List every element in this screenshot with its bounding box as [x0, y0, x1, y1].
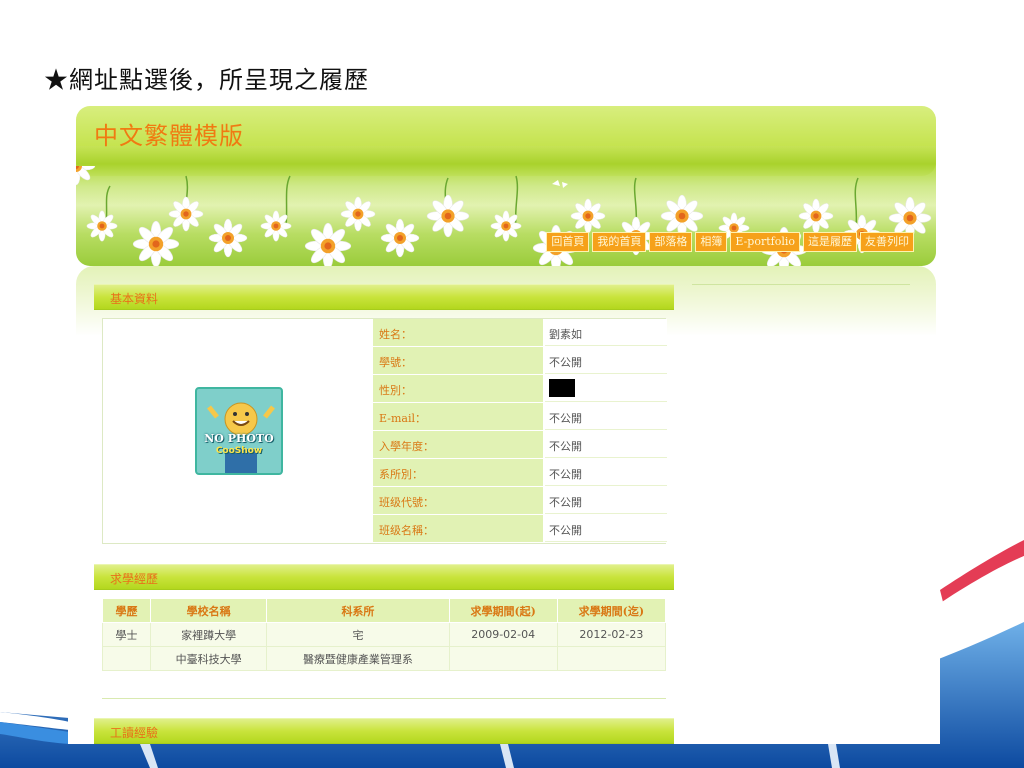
no-photo-avatar: NO PHOTO CooShow — [195, 387, 283, 475]
slide-title: ★網址點選後，所呈現之履歷 — [44, 66, 369, 94]
field-label: 系所別： — [373, 459, 545, 486]
field-value: 不公開 — [545, 515, 667, 542]
table-row: 學士 家裡蹲大學 宅 2009-02-04 2012-02-23 — [101, 622, 667, 647]
section-work-bar: 工讀經驗 — [94, 718, 674, 744]
table-cell: 家裡蹲大學 — [150, 622, 268, 647]
table-cell: 2012-02-23 — [556, 622, 667, 647]
field-row-gender: 性別： — [373, 375, 667, 403]
table-cell: 中臺科技大學 — [150, 646, 268, 671]
no-photo-subtext: CooShow — [215, 446, 263, 456]
field-row-student-id: 學號： 不公開 — [373, 347, 667, 375]
field-label: 學號： — [373, 347, 545, 374]
field-label: 班级代號： — [373, 487, 545, 514]
column-header: 學歷 — [101, 598, 152, 623]
field-value: 劉素如 — [545, 319, 667, 346]
field-row-enroll-year: 入學年度： 不公開 — [373, 431, 667, 459]
field-value: 不公開 — [545, 403, 667, 430]
section-divider — [102, 698, 666, 699]
sidebar-divider — [692, 284, 910, 285]
column-header: 求學期間(迄) — [556, 598, 667, 623]
table-cell — [448, 646, 558, 671]
resume-screenshot: 中文繁體模版 回首頁 我的首頁 部落格 相簿 E-portfolio 這是履歷 … — [68, 98, 940, 744]
field-value-redacted — [545, 375, 667, 402]
table-cell: 醫療暨健康產業管理系 — [266, 646, 450, 671]
field-label: 姓名： — [373, 319, 545, 346]
section-basic-info-title: 基本資料 — [110, 292, 159, 306]
field-row-class-code: 班级代號： 不公開 — [373, 487, 667, 515]
table-cell: 學士 — [101, 622, 152, 647]
field-row-email: E-mail： 不公開 — [373, 403, 667, 431]
nav-my-home-button[interactable]: 我的首頁 — [592, 232, 647, 252]
header-nav: 回首頁 我的首頁 部落格 相簿 E-portfolio 這是履歷 友善列印 — [546, 232, 914, 252]
section-education-title: 求學經歷 — [110, 572, 159, 586]
table-header-row: 學歷 學校名稱 科系所 求學期間(起) 求學期間(迄) — [101, 598, 667, 623]
nav-blog-button[interactable]: 部落格 — [649, 232, 693, 252]
table-cell — [556, 646, 667, 671]
field-value: 不公開 — [545, 459, 667, 486]
field-row-name: 姓名： 劉素如 — [373, 319, 667, 347]
table-cell: 2009-02-04 — [448, 622, 558, 647]
section-education-bar: 求學經歷 — [94, 564, 674, 590]
column-header: 求學期間(起) — [448, 598, 558, 623]
table-row: 中臺科技大學 醫療暨健康產業管理系 — [101, 646, 667, 671]
nav-eportfolio-button[interactable]: E-portfolio — [730, 232, 800, 252]
section-work-title: 工讀經驗 — [110, 726, 159, 740]
template-title: 中文繁體模版 — [94, 122, 244, 150]
column-header: 學校名稱 — [150, 598, 268, 623]
nav-print-button[interactable]: 友善列印 — [860, 232, 914, 252]
table-cell — [101, 646, 152, 671]
field-label: 性別： — [373, 375, 545, 402]
section-basic-info-bar: 基本資料 — [94, 284, 674, 310]
field-row-department: 系所別： 不公開 — [373, 459, 667, 487]
education-table: 學歷 學校名稱 科系所 求學期間(起) 求學期間(迄) 學士 家裡蹲大學 宅 2… — [101, 598, 667, 671]
field-row-class-name: 班级名稱： 不公開 — [373, 515, 667, 543]
nav-home-button[interactable]: 回首頁 — [546, 232, 590, 252]
field-value: 不公開 — [545, 431, 667, 458]
photo-area: NO PHOTO CooShow — [103, 319, 373, 543]
basic-info-fields: 姓名： 劉素如 學號： 不公開 性別： E-mail： 不公開 入學年度： 不公… — [373, 319, 667, 543]
nav-album-button[interactable]: 相簿 — [695, 232, 728, 252]
nav-resume-button[interactable]: 這是履歷 — [803, 232, 857, 252]
field-label: 入學年度： — [373, 431, 545, 458]
table-cell: 宅 — [266, 622, 450, 647]
column-header: 科系所 — [266, 598, 450, 623]
field-label: 班级名稱： — [373, 515, 545, 542]
redaction-block — [549, 379, 575, 397]
field-label: E-mail： — [373, 403, 545, 430]
field-value: 不公開 — [545, 487, 667, 514]
field-value: 不公開 — [545, 347, 667, 374]
basic-info-box: NO PHOTO CooShow 姓名： 劉素如 學號： 不公開 性別： E-m… — [102, 318, 667, 544]
header-banner: 中文繁體模版 回首頁 我的首頁 部落格 相簿 E-portfolio 這是履歷 … — [76, 106, 936, 266]
no-photo-text: NO PHOTO — [204, 432, 274, 445]
